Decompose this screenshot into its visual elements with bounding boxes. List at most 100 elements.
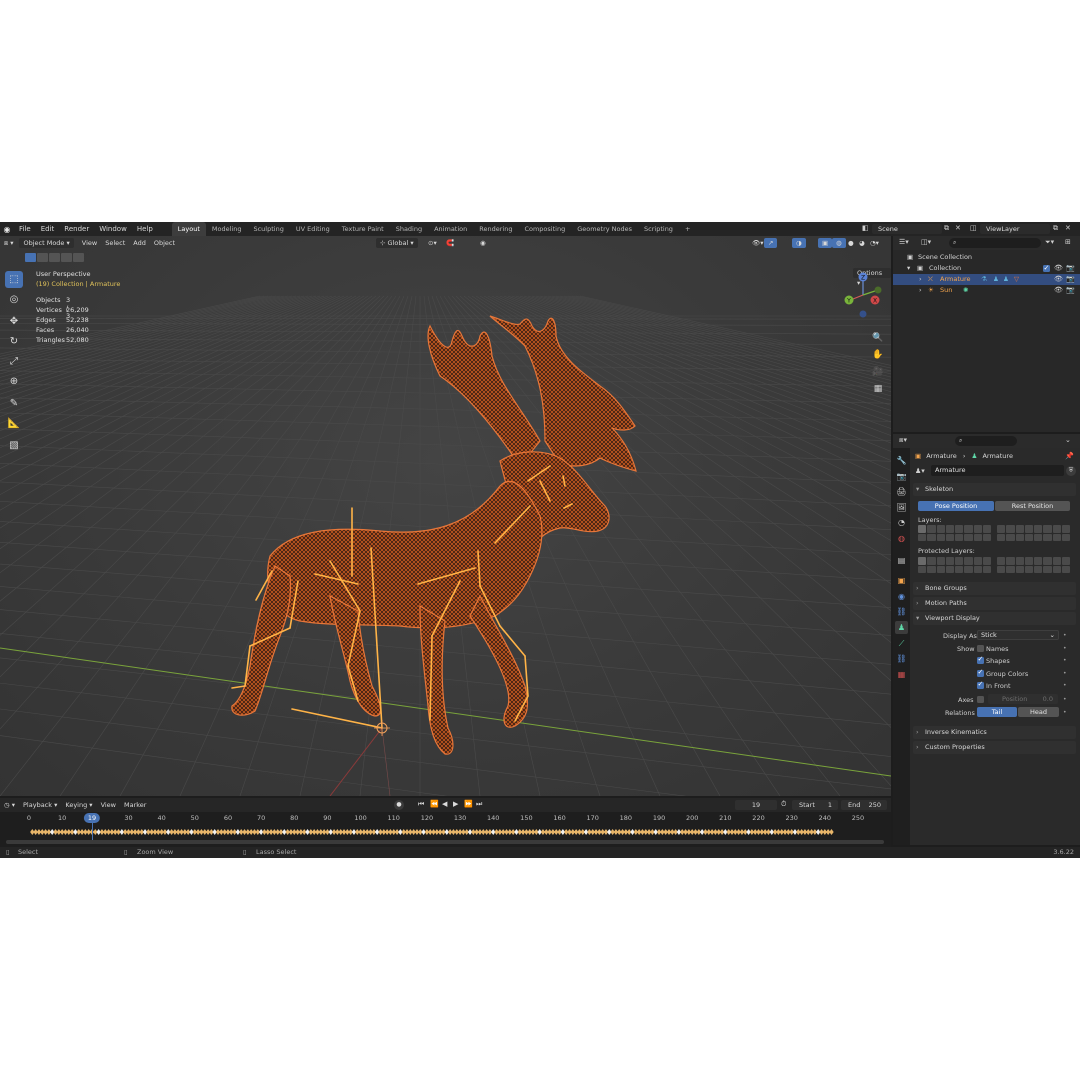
select-new-icon[interactable] <box>25 253 36 262</box>
measure-tool-icon[interactable]: 📐 <box>5 415 23 432</box>
menu-add[interactable]: Add <box>129 238 150 248</box>
outliner-row-collection[interactable]: ▾ ▣ Collection 👁 📷 <box>893 263 1080 274</box>
scene-tab-icon[interactable]: ◔ <box>895 516 908 529</box>
start-frame-field[interactable]: Start 1 <box>792 800 838 810</box>
armature-data-selector-icon[interactable]: ♟▾ <box>915 467 925 475</box>
collection-eye-icon[interactable]: 👁 <box>1054 263 1063 274</box>
scene-copy-icon[interactable]: ⧉ <box>944 224 949 233</box>
tab-rendering[interactable]: Rendering <box>473 222 518 236</box>
menu-window[interactable]: Window <box>94 222 132 236</box>
fake-user-shield-icon[interactable]: ⛨ <box>1066 466 1076 476</box>
expand-arrow-icon[interactable]: › <box>919 274 922 285</box>
navigation-gizmo[interactable]: Z X Y <box>838 270 888 320</box>
outliner-editor-type-icon[interactable]: ☰▾ <box>899 238 909 246</box>
layers-grid-left[interactable] <box>918 525 991 541</box>
tool-tab-icon[interactable]: 🔧 <box>895 454 908 467</box>
relations-tail-button[interactable]: Tail <box>977 707 1017 717</box>
keyframe-dot-icon[interactable]: • <box>1063 682 1067 689</box>
tab-texture-paint[interactable]: Texture Paint <box>336 222 390 236</box>
sun-camera-icon[interactable]: 📷 <box>1066 285 1075 296</box>
axes-position-field[interactable]: Position 0.0 <box>988 694 1058 704</box>
bone-constraint-tab-icon[interactable]: ⛓ <box>895 652 908 665</box>
3d-viewport[interactable]: ⧈ ▾ Object Mode ▾ View Select Add Object… <box>0 236 891 796</box>
menu-keying[interactable]: Keying ▾ <box>61 800 96 810</box>
tab-layout[interactable]: Layout <box>171 222 206 236</box>
render-tab-icon[interactable]: 📷 <box>895 470 908 483</box>
output-tab-icon[interactable]: 🖨 <box>895 485 908 498</box>
tab-animation[interactable]: Animation <box>428 222 473 236</box>
stopwatch-icon[interactable]: ⏱ <box>781 800 786 809</box>
properties-editor-type-icon[interactable]: ⧈▾ <box>899 436 907 445</box>
tab-compositing[interactable]: Compositing <box>518 222 571 236</box>
display-as-dropdown[interactable]: Stick ⌄ <box>977 630 1059 640</box>
jump-keyframe-forward-icon[interactable]: ⏩ <box>464 800 473 808</box>
pose-position-button[interactable]: Pose Position <box>918 501 994 511</box>
timeline-editor-type-icon[interactable]: ◷ ▾ <box>0 800 19 810</box>
menu-edit[interactable]: Edit <box>36 222 60 236</box>
group-colors-checkbox[interactable] <box>977 668 984 677</box>
gizmo-neg-z[interactable] <box>859 310 867 318</box>
relations-head-button[interactable]: Head <box>1018 707 1059 717</box>
pivot-icon[interactable]: ⊙▾ <box>424 238 441 248</box>
gizmo-toggle-icon[interactable]: ↗ <box>764 238 778 248</box>
bone-groups-panel-header[interactable]: Bone Groups <box>913 582 1076 595</box>
current-frame-indicator[interactable]: 19 <box>83 813 101 823</box>
select-extend-icon[interactable] <box>37 253 48 262</box>
keyframe-row[interactable] <box>0 826 891 838</box>
tab-geometry-nodes[interactable]: Geometry Nodes <box>571 222 638 236</box>
outliner-filter-icon[interactable]: ⏷▾ <box>1045 238 1054 247</box>
physics-tab-icon[interactable]: ◉ <box>895 590 908 603</box>
constraints-tab-icon[interactable]: ⛓ <box>895 605 908 618</box>
timeline-scrollbar[interactable] <box>6 840 884 844</box>
menu-object[interactable]: Object <box>150 238 179 248</box>
scale-tool-icon[interactable]: ⤢ <box>5 353 23 370</box>
armature-data-tab-icon[interactable]: ♟ <box>895 621 908 634</box>
menu-marker[interactable]: Marker <box>120 800 150 810</box>
keyframe-dot-icon[interactable]: • <box>1063 657 1067 664</box>
viewport-display-panel-header[interactable]: Viewport Display <box>913 612 1076 625</box>
select-intersect-icon[interactable] <box>73 253 84 262</box>
protected-layers-grid-left[interactable] <box>918 557 991 573</box>
pan-hand-icon[interactable]: ✋ <box>869 348 887 363</box>
add-cube-tool-icon[interactable]: ▧ <box>5 437 23 454</box>
outliner-row-sun[interactable]: › ☀ Sun ✺ 👁 📷 <box>893 285 1080 296</box>
view-layer-copy-icon[interactable]: ⧉ <box>1053 224 1058 233</box>
world-tab-icon[interactable]: ◍ <box>895 532 908 545</box>
scene-close-icon[interactable]: ✕ <box>955 224 961 232</box>
keyframe-dot-icon[interactable]: • <box>1063 696 1067 703</box>
shapes-checkbox[interactable] <box>977 655 984 664</box>
editor-type-icon[interactable]: ⧈ ▾ <box>0 238 17 248</box>
moose-mesh[interactable] <box>231 315 637 755</box>
keyframe-dot-icon[interactable]: • <box>1063 645 1067 652</box>
properties-options-icon[interactable]: ⌄ <box>1065 436 1071 444</box>
inverse-kinematics-panel-header[interactable]: Inverse Kinematics <box>913 726 1076 739</box>
zoom-icon[interactable]: 🔍 <box>869 331 887 346</box>
timeline-ruler[interactable]: 0 10 19 30 40 50 60 70 80 90 100 110 120 130 140 150 160… <box>0 812 891 824</box>
protected-layers-grid-right[interactable] <box>997 557 1070 573</box>
menu-render[interactable]: Render <box>59 222 94 236</box>
cursor-tool-icon[interactable]: ◎ <box>5 291 23 308</box>
view-layer-icon[interactable]: ◫ <box>970 224 977 232</box>
play-icon[interactable]: ▶ <box>453 800 458 808</box>
names-checkbox[interactable] <box>977 645 984 652</box>
collection-checkbox[interactable] <box>1043 263 1050 274</box>
xray-toggle-icon[interactable]: ▣ <box>818 238 833 248</box>
keyframe-dot-icon[interactable]: • <box>1063 709 1067 716</box>
sun-eye-icon[interactable]: 👁 <box>1054 285 1063 296</box>
tab-shading[interactable]: Shading <box>390 222 428 236</box>
current-frame-field[interactable]: 19 <box>735 800 777 810</box>
jump-keyframe-back-icon[interactable]: ⏪ <box>430 800 439 808</box>
scene-icon[interactable]: ◧ <box>862 224 869 232</box>
rendered-shading-icon[interactable]: ◔▾ <box>866 238 883 248</box>
outliner-row-scene-collection[interactable]: ▣ Scene Collection <box>893 252 1080 263</box>
menu-view[interactable]: View <box>78 238 101 248</box>
view-layer-tab-icon[interactable]: 🖼 <box>895 501 908 514</box>
collection-camera-icon[interactable]: 📷 <box>1066 263 1075 274</box>
skeleton-panel-header[interactable]: Skeleton <box>913 483 1076 496</box>
outliner-row-armature[interactable]: › ⛌ Armature ⚗ ♟ ♟ ▽ 👁 📷 <box>893 274 1080 285</box>
motion-paths-panel-header[interactable]: Motion Paths <box>913 597 1076 610</box>
orientation-selector[interactable]: ⊹ Global ▾ <box>376 238 418 248</box>
keyframe-diamond[interactable] <box>829 829 834 835</box>
snap-icon[interactable]: 🧲 <box>442 238 458 248</box>
menu-playback[interactable]: Playback ▾ <box>19 800 61 810</box>
